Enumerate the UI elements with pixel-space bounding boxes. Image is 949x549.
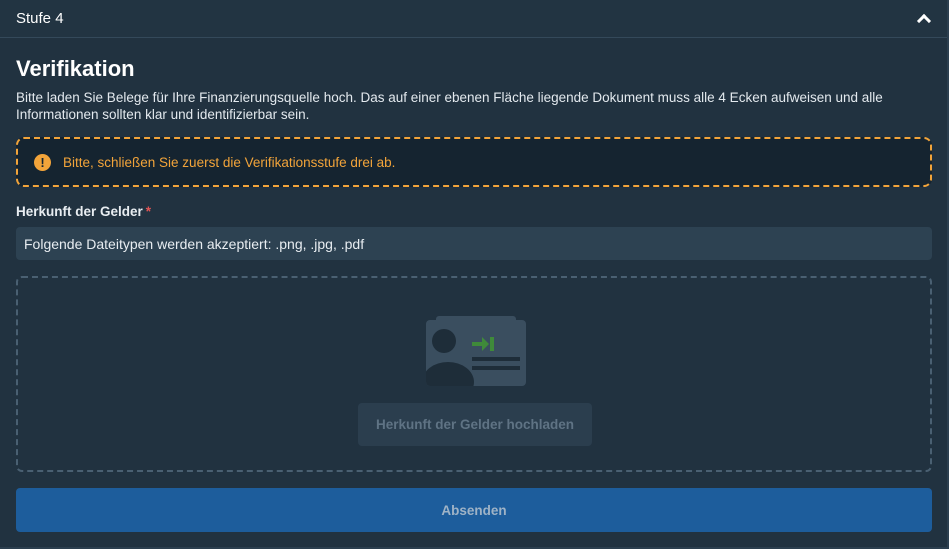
chevron-up-icon[interactable]	[916, 13, 932, 29]
warning-alert: ! Bitte, schließen Sie zuerst die Verifi…	[16, 137, 932, 187]
page-title: Verifikation	[16, 56, 135, 81]
field-label-text: Herkunft der Gelder	[16, 204, 143, 219]
verification-panel: Stufe 4 Verifikation Bitte laden Sie Bel…	[0, 0, 949, 549]
field-label: Herkunft der Gelder *	[16, 204, 151, 219]
warning-text: Bitte, schließen Sie zuerst die Verifika…	[63, 154, 396, 170]
step-title: Stufe 4	[16, 10, 64, 27]
page-description: Bitte laden Sie Belege für Ihre Finanzie…	[16, 90, 883, 122]
step-header[interactable]: Stufe 4	[0, 0, 947, 38]
warning-icon: !	[34, 153, 51, 171]
submit-button[interactable]: Absenden	[16, 488, 932, 532]
accepted-filetypes-info: Folgende Dateitypen werden akzeptiert: .…	[16, 227, 932, 260]
file-dropzone[interactable]: Herkunft der Gelder hochladen	[16, 276, 932, 472]
upload-button[interactable]: Herkunft der Gelder hochladen	[358, 403, 592, 446]
required-marker: *	[145, 204, 152, 219]
id-card-icon	[426, 320, 526, 386]
